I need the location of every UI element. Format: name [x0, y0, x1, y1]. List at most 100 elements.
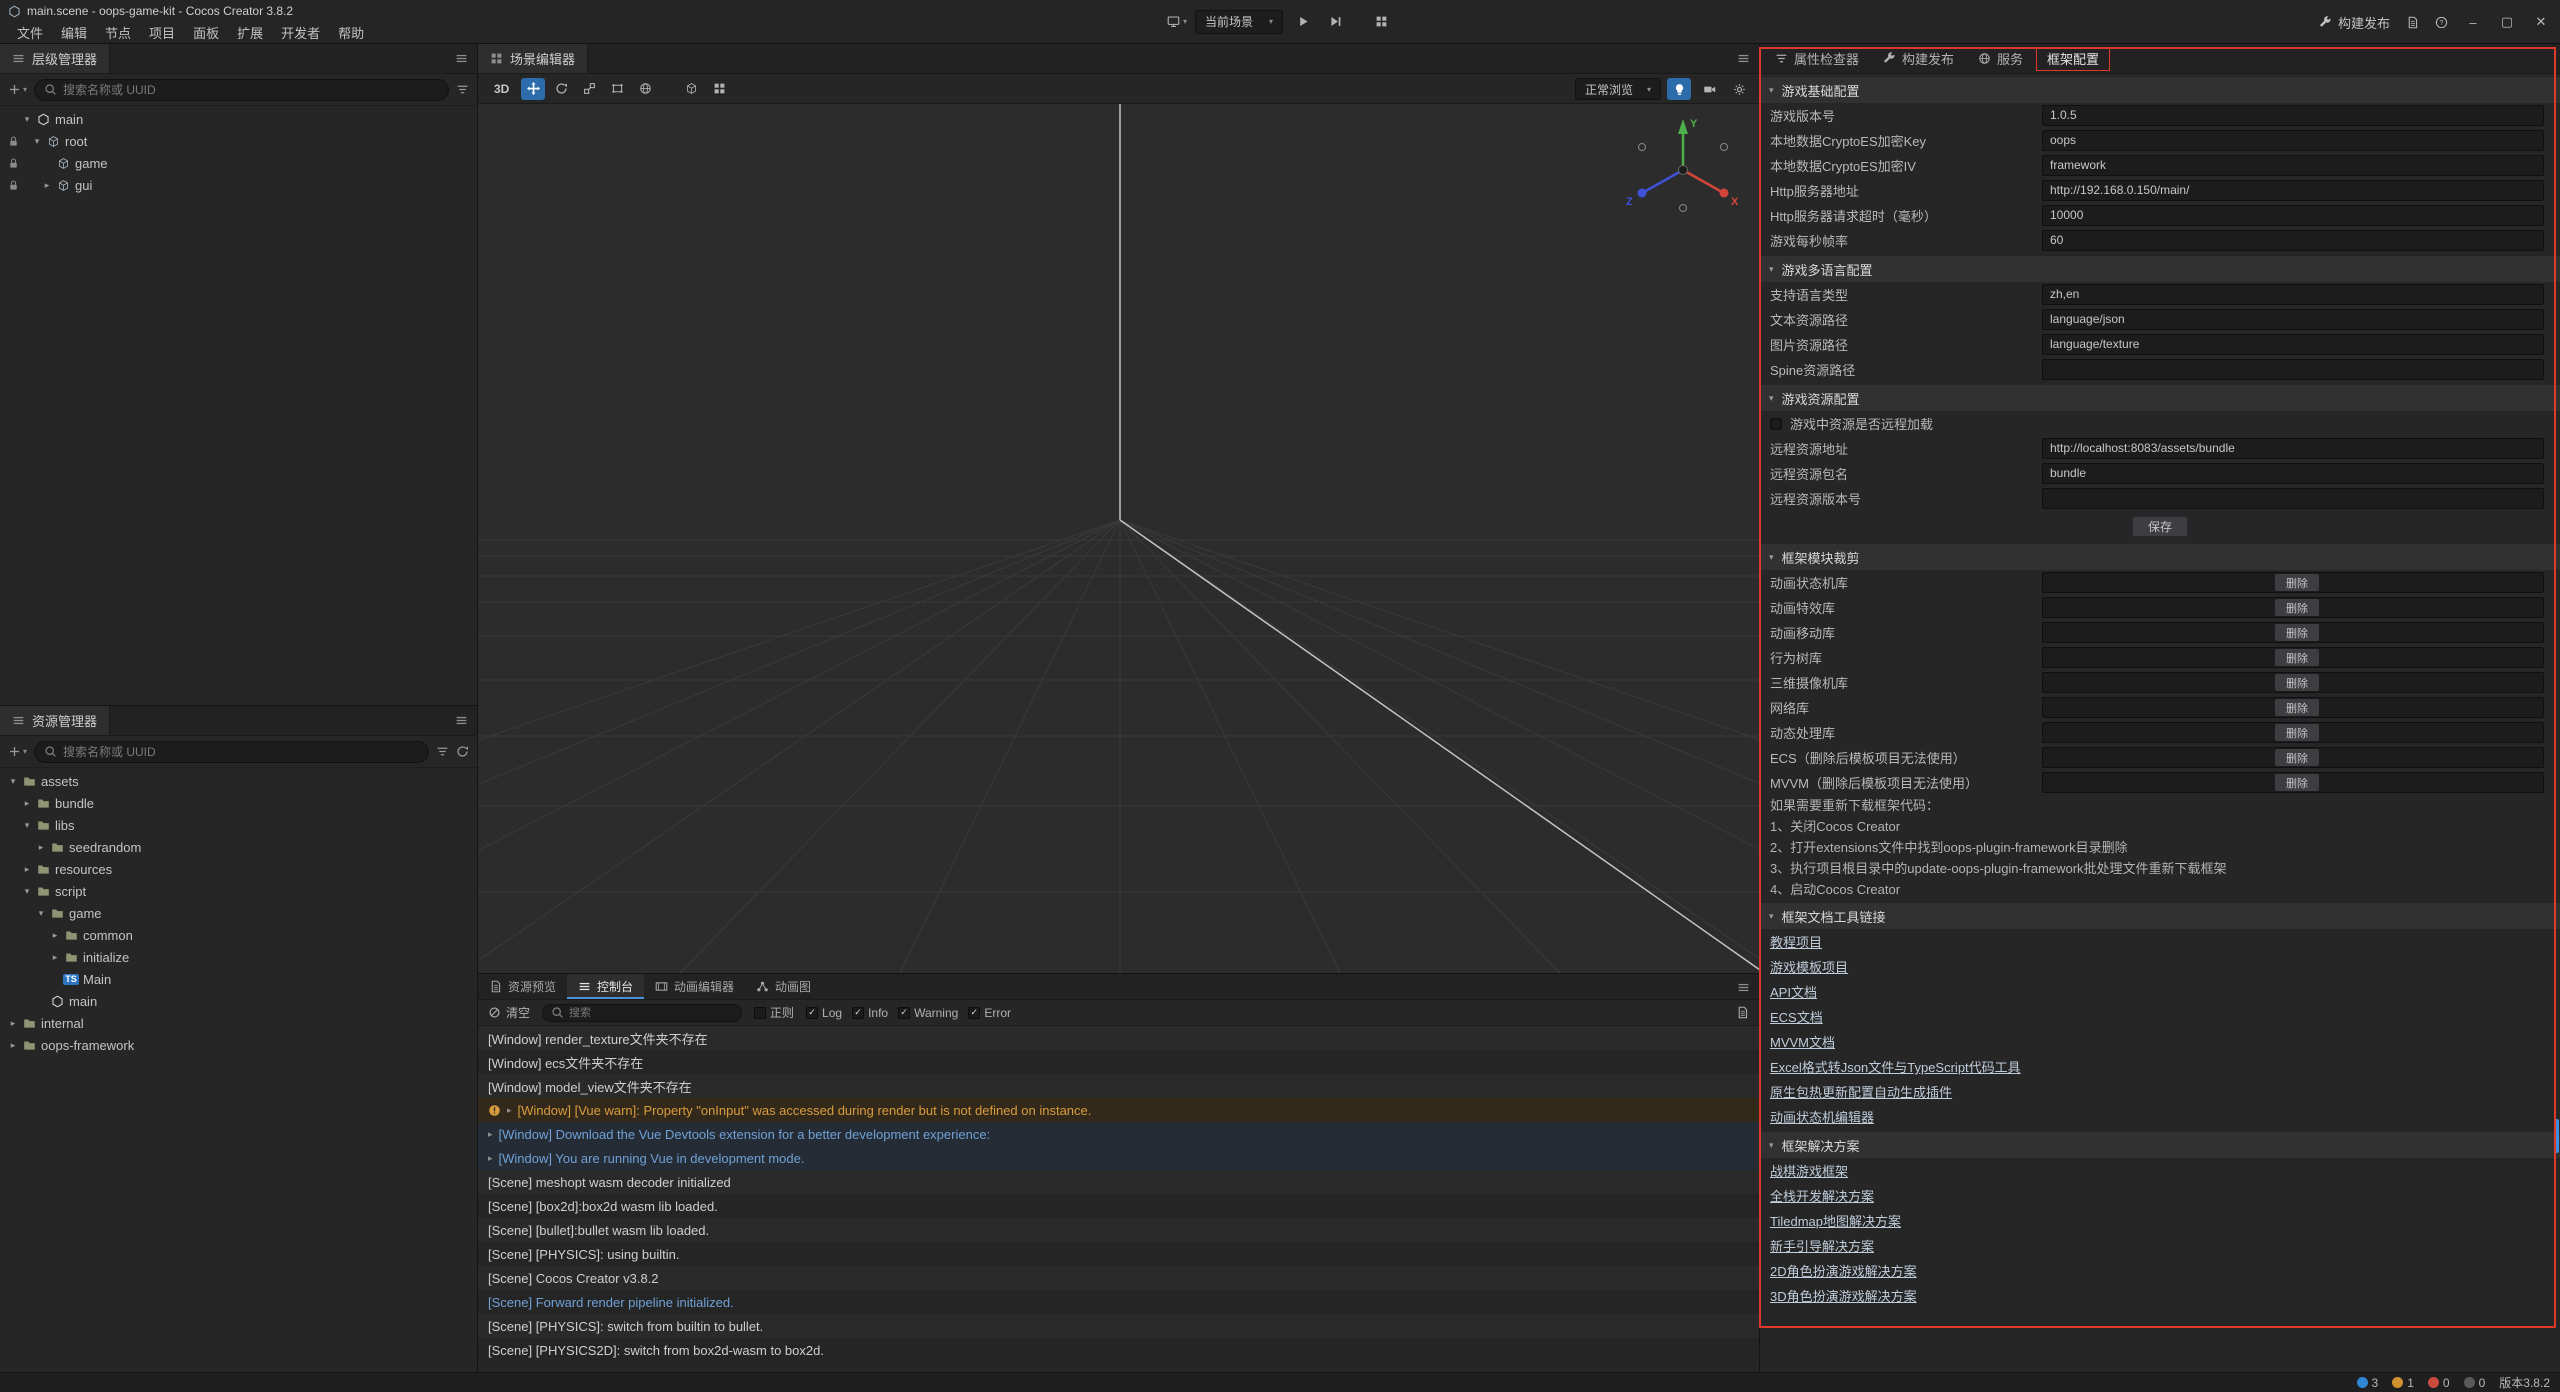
filter-Log[interactable]: Log	[806, 1006, 842, 1020]
expand-arrow[interactable]: ▸	[48, 952, 62, 963]
menu-项目[interactable]: 项目	[140, 23, 184, 42]
config-input[interactable]: framework	[2042, 155, 2544, 176]
create-asset-button[interactable]: ▾	[8, 745, 27, 758]
gizmo-space-toggle[interactable]	[633, 78, 657, 100]
hierarchy-node-main[interactable]: ▾main	[0, 108, 477, 130]
camera-icon[interactable]	[1697, 78, 1721, 100]
delete-button[interactable]: 删除	[2275, 599, 2319, 616]
expand-arrow[interactable]: ▸	[488, 1129, 493, 1140]
console-line[interactable]: ▸[Window] You are running Vue in develop…	[478, 1146, 1759, 1170]
console-line[interactable]: [Scene] [PHYSICS2D]: switch from box2d-w…	[478, 1338, 1759, 1362]
refresh-icon[interactable]	[456, 745, 469, 758]
close-button[interactable]: ✕	[2532, 14, 2550, 30]
tab-asset-preview[interactable]: 资源预览	[478, 974, 567, 999]
hierarchy-node-game[interactable]: game	[0, 152, 477, 174]
solution-link[interactable]: 2D角色扮演游戏解决方案	[1760, 1258, 1927, 1283]
asset-node-internal[interactable]: ▸internal	[0, 1012, 477, 1034]
delete-button[interactable]: 删除	[2275, 749, 2319, 766]
solution-link[interactable]: 战棋游戏框架	[1760, 1158, 1858, 1183]
expand-arrow[interactable]: ▸	[48, 930, 62, 941]
filter-icon[interactable]	[456, 83, 469, 96]
config-input[interactable]: 1.0.5	[2042, 105, 2544, 126]
doc-link[interactable]: 动画状态机编辑器	[1760, 1104, 1884, 1129]
expand-arrow[interactable]: ▸	[40, 180, 54, 191]
expand-arrow[interactable]: ▸	[507, 1105, 512, 1116]
tab-build-publish[interactable]: 构建发布	[1872, 47, 1965, 71]
tab-animation-graph[interactable]: 动画图	[745, 974, 822, 999]
assets-panel-tab[interactable]: 资源管理器	[0, 706, 110, 735]
lock-icon[interactable]	[6, 135, 20, 148]
filter-checkbox[interactable]	[852, 1007, 864, 1019]
view-mode-dropdown[interactable]: 正常浏览 ▾	[1575, 78, 1661, 100]
rect-tool[interactable]	[605, 78, 629, 100]
help-icon[interactable]	[2435, 16, 2448, 29]
config-input[interactable]: language/json	[2042, 309, 2544, 330]
maximize-button[interactable]: ▢	[2498, 14, 2516, 30]
error-count-badge[interactable]: 0	[2428, 1376, 2450, 1390]
expand-arrow[interactable]: ▸	[6, 1040, 20, 1051]
hierarchy-panel-tab[interactable]: 层级管理器	[0, 44, 110, 73]
console-line[interactable]: [Scene] [bullet]:bullet wasm lib loaded.	[478, 1218, 1759, 1242]
config-input[interactable]: http://192.168.0.150/main/	[2042, 180, 2544, 201]
asset-node-seedrandom[interactable]: ▸seedrandom	[0, 836, 477, 858]
menu-面板[interactable]: 面板	[184, 23, 228, 42]
filter-checkbox[interactable]	[968, 1007, 980, 1019]
config-input[interactable]	[2042, 359, 2544, 380]
delete-button[interactable]: 删除	[2275, 574, 2319, 591]
clear-console-button[interactable]: 清空	[488, 1004, 530, 1021]
doc-link[interactable]: API文档	[1760, 979, 1827, 1004]
doc-link[interactable]: Excel格式转Json文件与TypeScript代码工具	[1760, 1054, 2031, 1079]
scene-settings-gear-icon[interactable]	[1727, 78, 1751, 100]
collapse-arrow[interactable]: ▾	[6, 776, 20, 787]
menu-帮助[interactable]: 帮助	[329, 23, 373, 42]
panel-menu-icon[interactable]	[446, 44, 477, 73]
projection-toggle[interactable]: 3D	[486, 82, 517, 96]
section-solutions[interactable]: ▾框架解决方案	[1760, 1132, 2560, 1158]
menu-节点[interactable]: 节点	[96, 23, 140, 42]
open-log-file-icon[interactable]	[1736, 1006, 1749, 1019]
solution-link[interactable]: 全栈开发解决方案	[1760, 1183, 1884, 1208]
delete-button[interactable]: 删除	[2275, 649, 2319, 666]
delete-button[interactable]: 删除	[2275, 699, 2319, 716]
delete-button[interactable]: 删除	[2275, 674, 2319, 691]
console-line[interactable]: [Scene] meshopt wasm decoder initialized	[478, 1170, 1759, 1194]
menu-文件[interactable]: 文件	[8, 23, 52, 42]
asset-node-oops-framework[interactable]: ▸oops-framework	[0, 1034, 477, 1056]
scene-viewport[interactable]: Y X Z	[478, 104, 1759, 973]
console-line[interactable]: [Scene] [box2d]:box2d wasm lib loaded.	[478, 1194, 1759, 1218]
section-game-basic-config[interactable]: ▾游戏基础配置	[1760, 77, 2560, 103]
notification-badge[interactable]: 0	[2464, 1376, 2486, 1390]
section-resource-config[interactable]: ▾游戏资源配置	[1760, 385, 2560, 411]
filter-icon[interactable]	[436, 745, 449, 758]
scrollbar-thumb[interactable]	[2554, 1119, 2559, 1153]
save-button[interactable]: 保存	[2132, 516, 2188, 537]
config-input[interactable]: oops	[2042, 130, 2544, 151]
menu-开发者[interactable]: 开发者	[272, 23, 329, 42]
config-input[interactable]: zh,en	[2042, 284, 2544, 305]
doc-link[interactable]: MVVM文档	[1760, 1029, 1845, 1054]
asset-node-assets[interactable]: ▾assets	[0, 770, 477, 792]
solution-link[interactable]: Tiledmap地图解决方案	[1760, 1208, 1911, 1233]
scene-editor-tab[interactable]: 场景编辑器	[478, 44, 588, 73]
scale-tool[interactable]	[577, 78, 601, 100]
expand-arrow[interactable]: ▸	[20, 798, 34, 809]
filter-Error[interactable]: Error	[968, 1006, 1011, 1020]
console-line[interactable]: [Window] model_view文件夹不存在	[478, 1074, 1759, 1098]
scene-selector-dropdown[interactable]: 当前场景 ▾	[1195, 10, 1283, 34]
console-line[interactable]: ▸[Window] Download the Vue Devtools exte…	[478, 1122, 1759, 1146]
step-button[interactable]	[1323, 10, 1347, 34]
config-input[interactable]: language/texture	[2042, 334, 2544, 355]
tab-property-inspector[interactable]: 属性检查器	[1764, 47, 1870, 71]
section-module-trim[interactable]: ▾框架模块裁剪	[1760, 544, 2560, 570]
delete-button[interactable]: 删除	[2275, 624, 2319, 641]
menu-编辑[interactable]: 编辑	[52, 23, 96, 42]
asset-node-initialize[interactable]: ▸initialize	[0, 946, 477, 968]
expand-arrow[interactable]: ▸	[20, 864, 34, 875]
rotate-tool[interactable]	[549, 78, 573, 100]
asset-node-resources[interactable]: ▸resources	[0, 858, 477, 880]
asset-node-game[interactable]: ▾game	[0, 902, 477, 924]
section-doc-links[interactable]: ▾框架文档工具链接	[1760, 903, 2560, 929]
console-line[interactable]: ▸[Window] [Vue warn]: Property "onInput"…	[478, 1098, 1759, 1122]
create-node-button[interactable]: ▾	[8, 83, 27, 96]
menu-扩展[interactable]: 扩展	[228, 23, 272, 42]
